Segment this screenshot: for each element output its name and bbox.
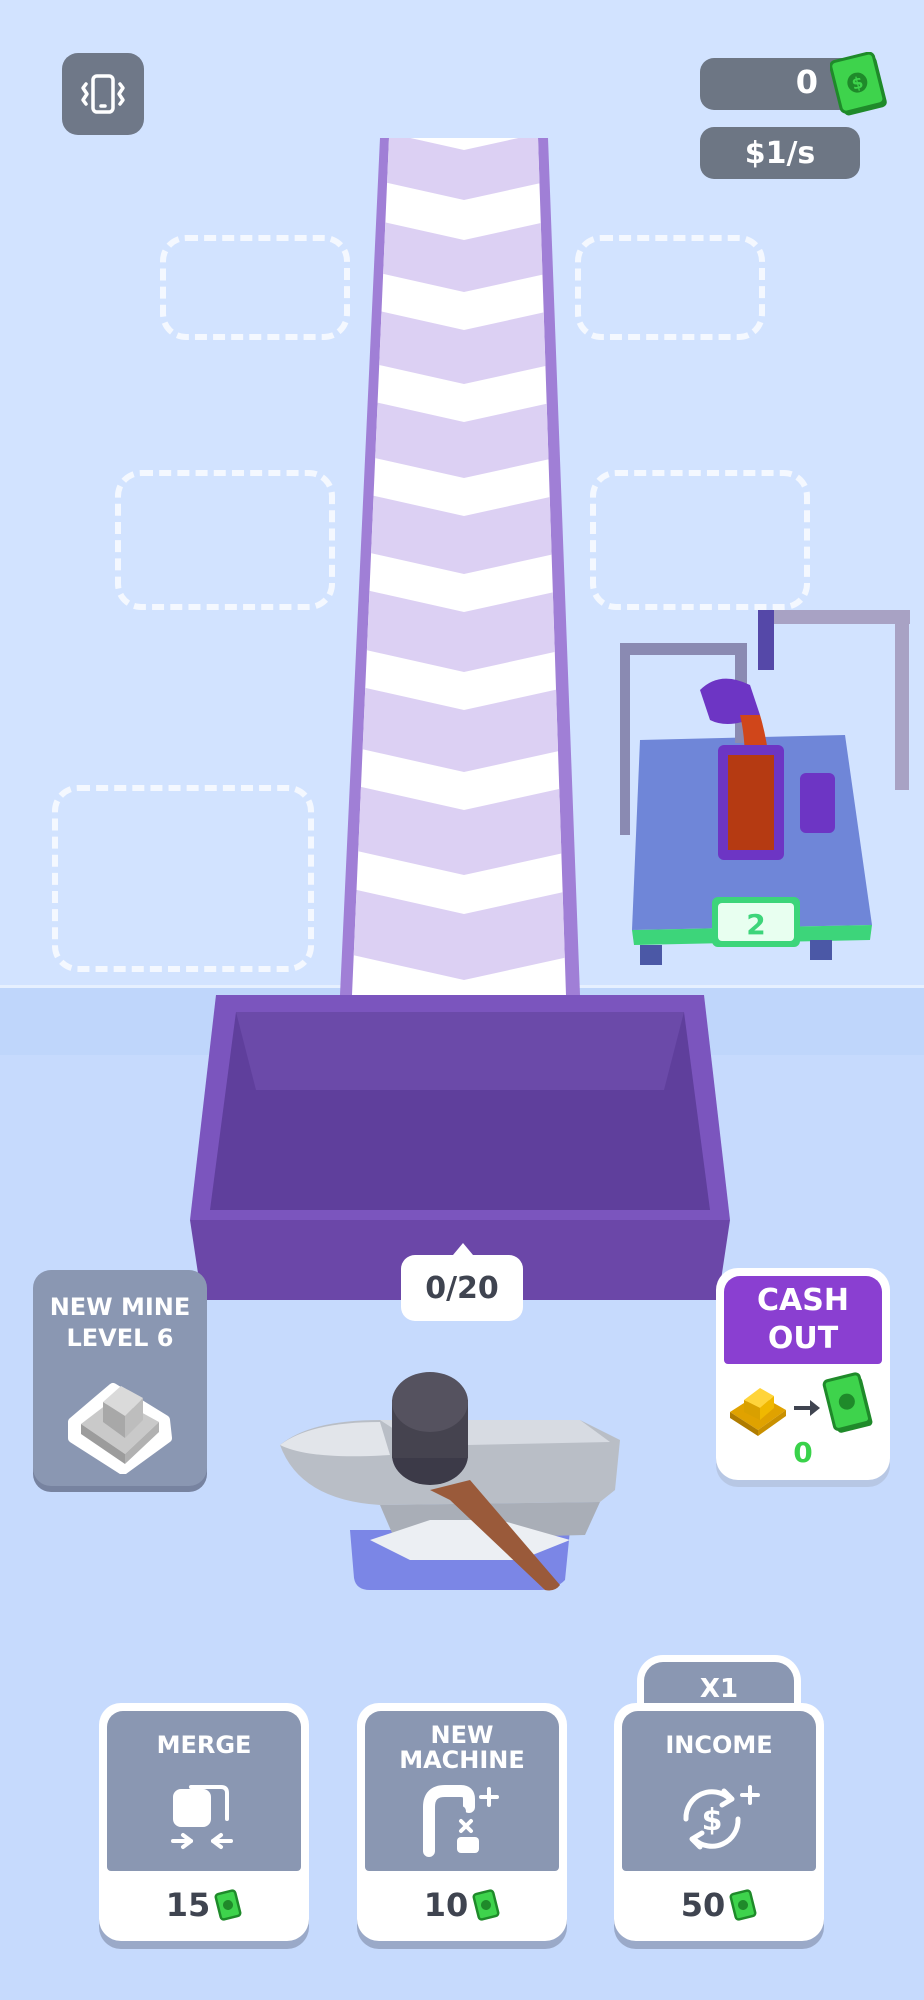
new-machine-price-value: 10 [423,1886,469,1924]
cash-icon [472,1889,500,1921]
new-machine-price: 10 [357,1883,567,1927]
machine-level-label: 2 [746,908,766,941]
new-mine-title: NEW MINE LEVEL 6 [33,1292,207,1354]
machine-plus-icon [423,1785,499,1857]
vibration-toggle-button[interactable] [62,53,144,135]
vibration-icon [81,74,125,114]
income-card-header: INCOME $ [622,1711,816,1871]
merge-card-header: MERGE [107,1711,301,1871]
new-machine-label-1: NEW [430,1721,494,1749]
anvil-hammer[interactable] [270,1360,630,1600]
silver-ingot-icon [68,1383,172,1474]
cash-out-value: 0 [793,1436,813,1469]
income-rate-display: $1/s [700,127,860,179]
new-mine-label: NEW MINE [49,1293,191,1321]
new-mine-level: LEVEL 6 [66,1324,174,1352]
income-label: INCOME [665,1731,773,1759]
svg-text:$: $ [702,1803,723,1838]
income-price: 50 [614,1883,824,1927]
new-machine-card-header: NEW MACHINE [365,1711,559,1871]
cash-icon [214,1889,242,1921]
cash-icon: $ [830,52,887,116]
cash-out-label-1: CASH [757,1283,849,1318]
new-mine-button[interactable]: NEW MINE LEVEL 6 [33,1270,207,1486]
new-machine-button[interactable]: NEW MACHINE 10 [357,1703,567,1941]
income-price-value: 50 [680,1886,726,1924]
new-machine-label: NEW MACHINE [365,1723,559,1773]
new-machine-label-2: MACHINE [399,1746,525,1774]
cash-out-label-2: OUT [767,1321,839,1356]
merge-price: 15 [99,1883,309,1927]
bin-capacity-counter: 0/20 [401,1243,523,1321]
cash-icon [729,1889,757,1921]
merge-icon [171,1785,233,1849]
money-value: 0 [795,63,818,101]
merge-price-value: 15 [165,1886,211,1924]
merge-upgrade-button[interactable]: MERGE 15 [99,1703,309,1941]
gold-to-cash-icon [730,1372,873,1436]
income-cycle-icon: $ [683,1785,760,1850]
cash-out-button[interactable]: CASH OUT 0 [716,1268,890,1480]
income-upgrade-button[interactable]: INCOME $ 50 [614,1703,824,1941]
cash-out-header: CASH OUT [724,1276,882,1364]
merge-label: MERGE [156,1731,252,1759]
